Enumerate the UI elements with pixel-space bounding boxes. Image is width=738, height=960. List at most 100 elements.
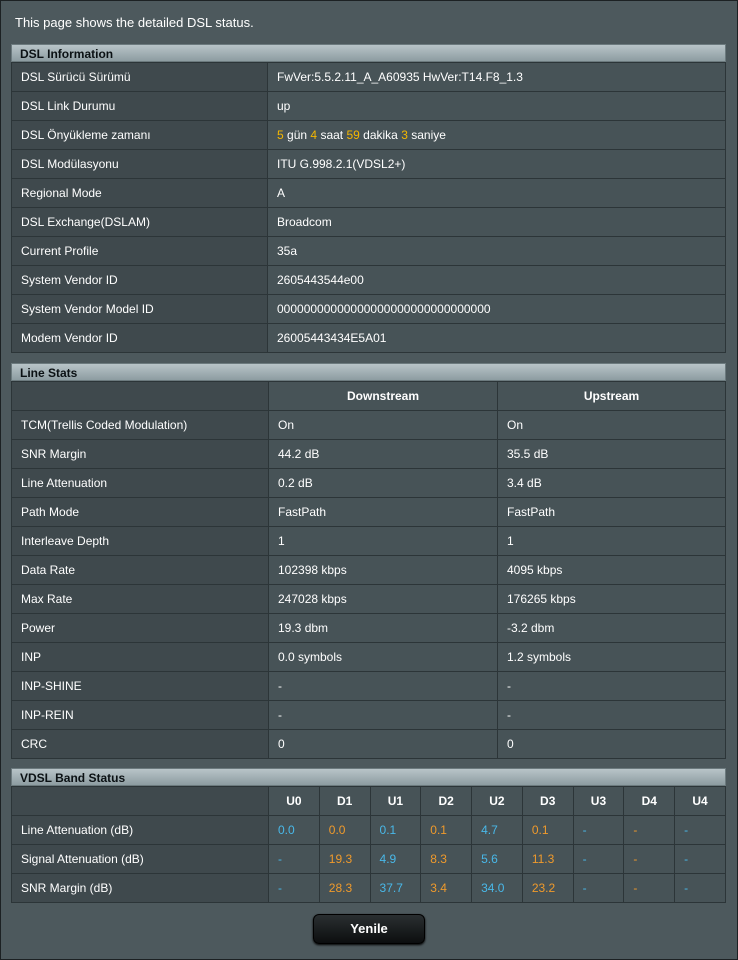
band-value: - (674, 873, 726, 903)
dsl-info-row: Modem Vendor ID 26005443434E5A01 (11, 323, 726, 353)
band-value: 0.1 (420, 815, 473, 845)
vdsl-band-table: U0 D1 U1 D2 U2 D3 U3 D4 U4 Line Attenuation (dB)… (11, 786, 726, 903)
band-value: - (674, 844, 726, 874)
upstream-value: 1.2 symbols (497, 642, 726, 672)
band-row: Signal Attenuation (dB) -19.3 4.9 8.3 5.6 11.… (11, 844, 726, 874)
band-value: 23.2 (521, 873, 574, 903)
upstream-value: 176265 kbps (497, 584, 726, 614)
band-value: - (623, 873, 676, 903)
line-stats-row: INP-SHINE - - (11, 671, 726, 701)
band-value: 0.1 (521, 815, 574, 845)
band-value: 8.3 (420, 844, 473, 874)
band-value: 28.3 (318, 873, 371, 903)
downstream-value: 0.2 dB (268, 468, 498, 498)
band-corner (11, 786, 269, 816)
line-stats-label: INP-REIN (11, 700, 269, 730)
band-value: 3.4 (420, 873, 473, 903)
refresh-button[interactable]: Yenile (313, 914, 425, 944)
upstream-value: - (497, 700, 726, 730)
dsl-info-label: DSL Önyükleme zamanı (11, 120, 268, 150)
band-row-label: SNR Margin (dB) (11, 873, 269, 903)
downstream-value: 102398 kbps (268, 555, 498, 585)
dsl-info-label: Current Profile (11, 236, 268, 266)
band-value: - (623, 815, 676, 845)
band-header-d2: D2 (420, 786, 473, 816)
band-row-label: Line Attenuation (dB) (11, 815, 269, 845)
dsl-info-row: DSL Sürücü Sürümü FwVer:5.5.2.11_A_A60935… (11, 62, 726, 92)
dsl-info-label: Regional Mode (11, 178, 268, 208)
line-stats-label: Path Mode (11, 497, 269, 527)
line-stats-corner (11, 381, 269, 411)
dsl-info-label: DSL Exchange(DSLAM) (11, 207, 268, 237)
downstream-value: 19.3 dbm (268, 613, 498, 643)
dsl-information-header: DSL Information (11, 44, 726, 62)
dsl-info-label: DSL Link Durumu (11, 91, 268, 121)
upstream-value: 4095 kbps (497, 555, 726, 585)
band-header-d1: D1 (318, 786, 371, 816)
line-stats-row: CRC 0 0 (11, 729, 726, 759)
band-value: - (268, 873, 320, 903)
band-value: 0.1 (369, 815, 422, 845)
downstream-value: 247028 kbps (268, 584, 498, 614)
line-stats-row: INP-REIN - - (11, 700, 726, 730)
dsl-info-row: DSL Exchange(DSLAM) Broadcom (11, 207, 726, 237)
upstream-value: -3.2 dbm (497, 613, 726, 643)
upstream-value: FastPath (497, 497, 726, 527)
upstream-value: 35.5 dB (497, 439, 726, 469)
upstream-value: - (497, 671, 726, 701)
dsl-info-row: Current Profile 35a (11, 236, 726, 266)
line-stats-label: CRC (11, 729, 269, 759)
line-stats-row: Line Attenuation 0.2 dB 3.4 dB (11, 468, 726, 498)
band-value: 37.7 (369, 873, 422, 903)
band-header-u4: U4 (674, 786, 726, 816)
band-row: Line Attenuation (dB) 0.0 0.0 0.1 0.1 4.7 0.1-… (11, 815, 726, 845)
band-value: 4.9 (369, 844, 422, 874)
line-stats-label: TCM(Trellis Coded Modulation) (11, 410, 269, 440)
band-header-u2: U2 (471, 786, 523, 816)
line-stats-label: Line Attenuation (11, 468, 269, 498)
uptime-minutes: 59 (346, 128, 360, 142)
dsl-info-row: DSL Önyükleme zamanı 5 gün 4 saat 59 daki… (11, 120, 726, 150)
uptime-seconds-unit: saniye (411, 128, 446, 142)
page-description: This page shows the detailed DSL status. (15, 15, 254, 30)
dsl-info-value: Broadcom (267, 207, 726, 237)
downstream-value: 44.2 dB (268, 439, 498, 469)
line-stats-section: Line Stats Downstream Upstream TCM(Trell… (11, 363, 726, 759)
line-stats-label: Power (11, 613, 269, 643)
dsl-info-value: A (267, 178, 726, 208)
band-value: - (572, 815, 625, 845)
dsl-information-section: DSL Information DSL Sürücü Sürümü FwVer:5… (11, 44, 726, 353)
band-header-d3: D3 (521, 786, 574, 816)
dsl-info-label: DSL Sürücü Sürümü (11, 62, 268, 92)
uptime-seconds: 3 (401, 128, 408, 142)
downstream-value: FastPath (268, 497, 498, 527)
dsl-info-label: System Vendor Model ID (11, 294, 268, 324)
downstream-value: - (268, 700, 498, 730)
band-value: 4.7 (471, 815, 523, 845)
band-value: - (623, 844, 676, 874)
band-value: 0.0 (268, 815, 320, 845)
band-header-u1: U1 (369, 786, 422, 816)
dsl-info-value: up (267, 91, 726, 121)
dsl-info-value: FwVer:5.5.2.11_A_A60935 HwVer:T14.F8_1.3 (267, 62, 726, 92)
line-stats-label: INP (11, 642, 269, 672)
dsl-info-value: 5 gün 4 saat 59 dakika 3 saniye (267, 120, 726, 150)
dsl-info-value: 2605443544e00 (267, 265, 726, 295)
dsl-info-row: DSL Modülasyonu ITU G.998.2.1(VDSL2+) (11, 149, 726, 179)
dsl-info-row: System Vendor Model ID 000000000000000000… (11, 294, 726, 324)
dsl-info-value: ITU G.998.2.1(VDSL2+) (267, 149, 726, 179)
upstream-value: 3.4 dB (497, 468, 726, 498)
dsl-status-page: This page shows the detailed DSL status.… (0, 0, 738, 960)
band-value: 19.3 (318, 844, 371, 874)
line-stats-row: Data Rate 102398 kbps 4095 kbps (11, 555, 726, 585)
line-stats-label: SNR Margin (11, 439, 269, 469)
line-stats-header: Line Stats (11, 363, 726, 381)
line-stats-row: TCM(Trellis Coded Modulation) On On (11, 410, 726, 440)
band-value: 11.3 (521, 844, 574, 874)
band-value: - (572, 844, 625, 874)
dsl-info-row: Regional Mode A (11, 178, 726, 208)
line-stats-row: Power 19.3 dbm -3.2 dbm (11, 613, 726, 643)
upstream-value: 0 (497, 729, 726, 759)
dsl-info-value: 35a (267, 236, 726, 266)
band-value: 0.0 (318, 815, 371, 845)
